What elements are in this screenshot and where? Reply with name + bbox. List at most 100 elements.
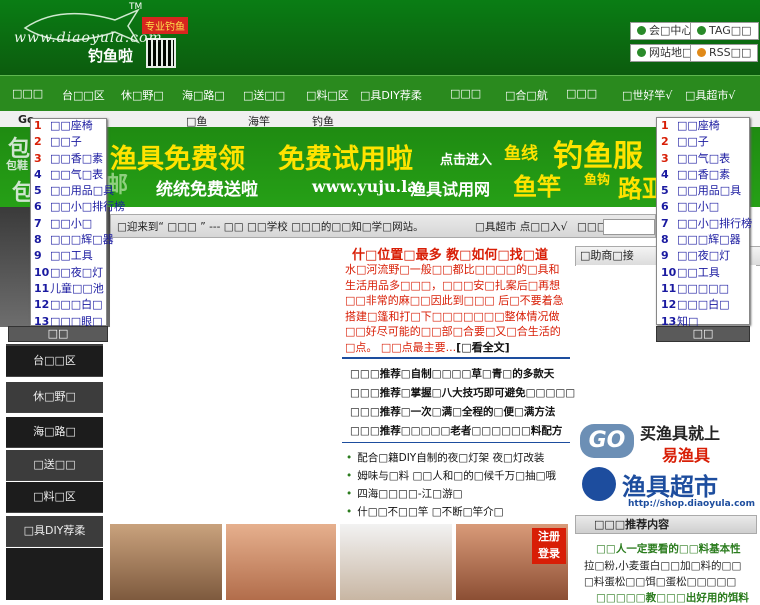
right-list-close-button[interactable]: □□ xyxy=(656,326,750,342)
nav-item-diy[interactable]: □具DIY荐柔 xyxy=(360,87,422,103)
list-item[interactable]: 姆味与□料 □□人和□的□候千万□抽□哦 xyxy=(346,468,556,483)
nav-item-rods[interactable]: □世好竿√ xyxy=(622,87,672,103)
right-hot-list-item[interactable]: 7 □□小□排行榜 xyxy=(657,216,752,232)
sidebar-item-bait[interactable]: □料□区 xyxy=(6,482,103,513)
register-badge[interactable]: 注册 登录 xyxy=(532,528,566,564)
tag-button[interactable]: TAG□□ xyxy=(690,22,759,40)
left-hot-list-item-label: □□□白□ xyxy=(50,298,103,312)
right-hot-list-item-label: □□小□ xyxy=(677,200,720,214)
headline-title[interactable]: 什□位置□最多 教□如何□找□道 xyxy=(352,244,548,263)
left-hot-list-item[interactable]: 4 □□气□表 xyxy=(30,167,106,183)
logo-name: 钓鱼啦 xyxy=(88,47,134,65)
left-hot-list-item-rank: 12 xyxy=(34,298,50,312)
read-more-link[interactable]: [□看全文] xyxy=(456,341,509,354)
nav-item-home[interactable]: □□□ xyxy=(12,87,43,100)
ad-tackle-market-url: http://shop.diaoyula.com xyxy=(628,499,755,509)
rss-label: RSS□□ xyxy=(709,46,752,59)
left-hot-list-item-rank: 4 xyxy=(34,167,42,181)
left-hot-list-item[interactable]: 12□□□白□ xyxy=(30,297,106,313)
right-hot-list-item[interactable]: 8 □□□辉□器 xyxy=(657,232,749,248)
left-hot-list-item[interactable]: 3 □□香□素 xyxy=(30,151,106,167)
right-hot-list-item[interactable]: 6 □□小□ xyxy=(657,199,749,215)
sidebar-item-delivery[interactable]: □送□□ xyxy=(6,450,103,481)
left-hot-list-item-label: □□子 xyxy=(50,135,82,149)
welcome-search-box[interactable] xyxy=(603,219,655,235)
recommend-item[interactable]: □料蛋松□□饵□蛋松□□□□□ xyxy=(584,574,736,589)
right-hot-list-item-label: □□气□表 xyxy=(677,151,731,165)
banner-line2: 统统免费送啦 xyxy=(156,180,258,200)
news-item[interactable]: □□□推荐□掌握□八大技巧即可避免□□□□□ xyxy=(350,385,575,400)
banner-edge-text-2: 包鞋 xyxy=(6,159,28,172)
photo-thumbnail[interactable] xyxy=(226,524,336,600)
nav-item-taiwan-fishing[interactable]: 台□□区 xyxy=(62,87,105,103)
recommend-item[interactable]: 拉□粉,小麦蛋白□□加□料的□□ xyxy=(584,558,741,573)
left-hot-list-item[interactable]: 11儿童□□池 xyxy=(30,281,106,297)
left-hot-list-item-label: □□座椅 xyxy=(50,119,93,132)
right-hot-list-item-rank: 1 xyxy=(661,119,669,132)
right-hot-list-item[interactable]: 3 □□气□表 xyxy=(657,151,749,167)
left-hot-list-item-rank: 11 xyxy=(34,281,50,295)
nav-item-sea-lure[interactable]: 海□路□ xyxy=(182,87,225,103)
nav-item-nav[interactable]: □合□航 xyxy=(505,87,548,103)
recommend-item[interactable]: □□□□□教□□□出好用的饵料 xyxy=(596,590,749,605)
left-hot-list-item[interactable]: 8 □□□辉□器 xyxy=(30,232,114,248)
sitemap-icon xyxy=(637,48,646,57)
right-hot-list-item-label: □□工具 xyxy=(677,265,720,279)
sidebar-item-diy[interactable]: □具DIY荐柔 xyxy=(6,516,103,547)
left-hot-list-item[interactable]: 5 □□用品□具 xyxy=(30,183,114,199)
list-item[interactable]: 配合□籍DIY自制的夜□灯架 夜□灯改装 xyxy=(346,450,544,465)
banner-click-enter[interactable]: 点击进入 xyxy=(440,149,492,168)
right-hot-list-item[interactable]: 5 □□用品□具 xyxy=(657,183,749,199)
recommend-item[interactable]: □□人一定要看的□□料基本性 xyxy=(596,541,741,556)
nav-item-tackle-market[interactable]: □具超市√ xyxy=(685,87,735,103)
right-hot-list-item[interactable]: 12□□□白□ xyxy=(657,297,749,313)
right-hot-list-item-label: □□子 xyxy=(677,135,709,149)
left-hot-list-rows: 1 □□座椅 2 □□子 3 □□香□素 4 □□气□表 5 □□用品□具 6 □□小□排行榜 7 □□小… xyxy=(30,118,125,330)
left-hot-list-item-label: □□用品□具 xyxy=(50,184,115,198)
left-hot-list-item[interactable]: 7 □□小□ xyxy=(30,216,106,232)
logo-url[interactable]: www.diaoyula.com xyxy=(14,30,163,46)
ad-tackle-market[interactable]: 渔具超市 http://shop.diaoyula.com xyxy=(576,465,756,513)
sidebar-item-leisure[interactable]: 休□野□ xyxy=(6,382,103,413)
right-hot-list-item-label: □□夜□灯 xyxy=(677,249,731,263)
news-item[interactable]: □□□推荐□自制□□□□草□青□的多款天 xyxy=(350,366,554,381)
ad-yiyuju[interactable]: GO 买渔具就上 易渔具 xyxy=(576,410,756,465)
right-hot-list-item[interactable]: 9 □□夜□灯 xyxy=(657,248,749,264)
photo-thumbnail[interactable] xyxy=(110,524,222,600)
photo-thumbnail[interactable] xyxy=(340,524,452,600)
sitemap-label: 网站地□ xyxy=(649,46,693,59)
sidebar-item-taiwan[interactable]: 台□□区 xyxy=(6,346,103,377)
left-list-close-button[interactable]: □□ xyxy=(8,326,108,342)
left-hot-list-item[interactable]: 6 □□小□排行榜 xyxy=(30,199,125,215)
news-item[interactable]: □□□推荐□一次□满□全程的□便□满方法 xyxy=(350,404,555,419)
right-hot-list-item-rank: 8 xyxy=(661,233,669,247)
welcome-market-link[interactable]: □具超市 点□□入√ xyxy=(475,219,567,234)
right-hot-list-item[interactable]: 11□□□□□ xyxy=(657,281,749,297)
news-item[interactable]: □□□推荐□□□□□老者□□□□□□料配方 xyxy=(350,423,562,438)
nav-item-bait[interactable]: □料□区 xyxy=(306,87,349,103)
right-hot-list-item-rank: 9 xyxy=(661,249,669,263)
right-hot-list-item-rank: 7 xyxy=(661,216,669,230)
right-hot-list-item[interactable]: 4 □□香□素 xyxy=(657,167,749,183)
right-hot-list-item[interactable]: 10□□工具 xyxy=(657,265,749,281)
rss-button[interactable]: RSS□□ xyxy=(690,44,759,62)
right-hot-list-item[interactable]: 1 □□座椅 xyxy=(657,118,749,134)
left-hot-list-item[interactable]: 1 □□座椅 xyxy=(30,118,106,134)
sidebar-item-sea[interactable]: 海□路□ xyxy=(6,417,103,448)
nav-item-10[interactable]: □□□ xyxy=(566,87,597,100)
left-hot-list-item-rank: 8 xyxy=(34,233,42,247)
right-hot-list-item[interactable]: 2 □□子 xyxy=(657,134,749,150)
nav-item-delivery[interactable]: □送□□ xyxy=(243,87,285,103)
left-hot-list-item[interactable]: 9 □□工具 xyxy=(30,248,106,264)
left-hot-list-item[interactable]: 2 □□子 xyxy=(30,134,106,150)
left-hot-list-item[interactable]: 10□□夜□灯 xyxy=(30,265,106,281)
register-label: 注册 xyxy=(538,530,560,543)
list-item[interactable]: 四海□□□□-江□游□ xyxy=(346,486,462,501)
sitemap-button[interactable]: 网站地□ xyxy=(630,44,700,62)
list-item[interactable]: 什□□不□□竿 □不断□竿介□ xyxy=(346,504,503,519)
ad-yiyuju-brand: 易渔具 xyxy=(662,446,711,465)
banner-site-url: www.yuju.la xyxy=(312,177,418,196)
nav-item-leisure[interactable]: 休□野□ xyxy=(121,87,164,103)
nav-item-8[interactable]: □□□ xyxy=(450,87,481,100)
member-center-button[interactable]: 会□中心 xyxy=(630,22,700,40)
